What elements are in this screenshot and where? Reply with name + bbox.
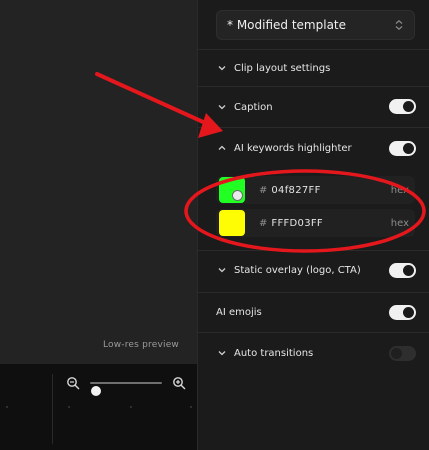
hash-symbol: #: [259, 184, 268, 196]
ai-keywords-toggle[interactable]: [389, 141, 416, 156]
static-overlay-toggle[interactable]: [389, 263, 416, 278]
zoom-out-icon[interactable]: [66, 376, 80, 390]
section-label: Static overlay (logo, CTA): [234, 264, 361, 276]
zoom-slider-handle[interactable]: [90, 386, 101, 396]
ai-emojis-toggle[interactable]: [389, 305, 416, 320]
template-select-value: * Modified template: [227, 18, 347, 32]
color-picker-icon: [232, 190, 243, 201]
zoom-in-icon[interactable]: [172, 376, 186, 390]
divider: [198, 332, 429, 333]
color-hex-input[interactable]: 04f827FF: [271, 185, 320, 196]
timeline-tick: [6, 406, 8, 408]
template-select[interactable]: * Modified template: [216, 10, 415, 40]
timeline-divider: [52, 374, 53, 444]
divider: [198, 127, 429, 128]
timeline-tick: [130, 406, 132, 408]
divider: [198, 86, 429, 87]
toggle-knob: [403, 265, 414, 276]
video-preview: Low-res preview: [0, 0, 197, 364]
section-label: Auto transitions: [234, 347, 314, 359]
zoom-slider-track[interactable]: [90, 382, 162, 396]
highlight-color-row[interactable]: # 04f827FF hex: [216, 176, 415, 204]
chevron-down-icon: [218, 268, 226, 273]
section-label: AI keywords highlighter: [234, 142, 352, 154]
app-root: Low-res preview * Modified template Clip…: [0, 0, 429, 450]
low-res-preview-label: Low-res preview: [102, 340, 179, 350]
chevron-down-icon: [218, 105, 226, 110]
divider: [198, 49, 429, 50]
chevron-up-icon: [218, 145, 226, 150]
hash-symbol: #: [259, 217, 268, 229]
toggle-knob: [391, 348, 402, 359]
auto-transitions-toggle[interactable]: [389, 346, 416, 361]
toggle-knob: [403, 307, 414, 318]
chevron-down-icon: [218, 351, 226, 356]
chevron-updown-icon: [395, 19, 403, 31]
toggle-knob: [403, 143, 414, 154]
color-format-label: hex: [390, 184, 409, 196]
color-swatch[interactable]: [219, 177, 245, 203]
timeline-tick: [190, 406, 192, 408]
timeline-tick: [68, 406, 70, 408]
zoom-control: [66, 374, 186, 396]
highlight-color-row[interactable]: # FFFD03FF hex: [216, 209, 415, 237]
chevron-down-icon: [218, 66, 226, 71]
template-settings-panel: * Modified template Clip layout settings…: [197, 0, 429, 450]
section-label: Clip layout settings: [234, 62, 331, 74]
divider: [198, 292, 429, 293]
toggle-knob: [403, 101, 414, 112]
timeline: [0, 364, 197, 450]
color-hex-input[interactable]: FFFD03FF: [271, 218, 323, 229]
caption-toggle[interactable]: [389, 99, 416, 114]
color-format-label: hex: [390, 217, 409, 229]
section-label: Caption: [234, 101, 273, 113]
color-swatch[interactable]: [219, 210, 245, 236]
section-clip-layout[interactable]: Clip layout settings: [216, 58, 426, 78]
divider: [198, 250, 429, 251]
section-label: AI emojis: [216, 306, 262, 318]
